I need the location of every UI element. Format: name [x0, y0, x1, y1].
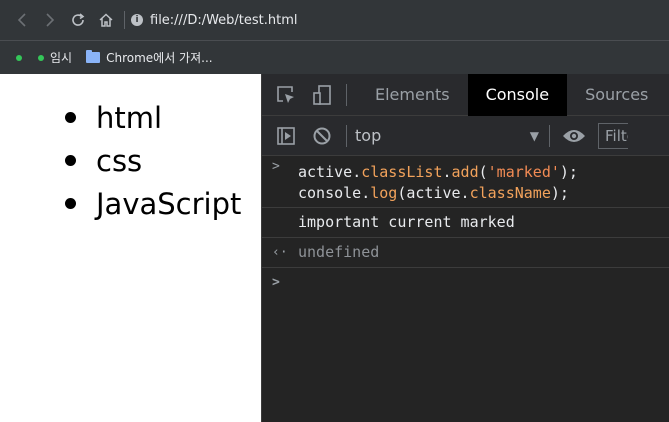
- tab-sources[interactable]: Sources: [567, 74, 666, 116]
- code-line: active.classList.add('marked');: [298, 163, 578, 181]
- inspect-cursor-icon: [277, 85, 294, 103]
- list-item-text: css: [96, 143, 143, 178]
- home-icon: [99, 13, 113, 27]
- prompt-chevron-icon: >: [272, 275, 280, 290]
- clear-block-icon: [313, 127, 331, 144]
- page-content: html css JavaScript: [0, 74, 261, 422]
- console-toolbar: top ▼ Filter: [262, 116, 669, 156]
- bullet-icon: [65, 198, 76, 209]
- dropdown-caret-icon: ▼: [529, 128, 539, 143]
- eye-icon: [563, 129, 585, 142]
- folder-icon: [86, 50, 101, 63]
- device-toolbar-button[interactable]: [304, 74, 340, 116]
- bookmarks-bar: 임시 Chrome에서 가져...: [0, 40, 669, 74]
- bookmark-dot-icon: [38, 54, 44, 61]
- bookmark-label: 임시: [50, 51, 73, 65]
- context-selector[interactable]: top ▼: [349, 122, 547, 150]
- url-text: file:///D:/Web/test.html: [150, 12, 298, 28]
- log-text: important current marked: [298, 213, 515, 231]
- tab-bar-divider: [346, 83, 347, 106]
- tab-elements[interactable]: Elements: [357, 74, 468, 116]
- reload-icon: [72, 13, 85, 26]
- toolbar-divider: [549, 124, 550, 147]
- back-button[interactable]: [8, 6, 36, 34]
- address-bar[interactable]: i file:///D:/Web/test.html: [131, 13, 298, 28]
- sidebar-toggle-button[interactable]: [268, 115, 304, 157]
- devtools-panel: Elements Console Sources top ▼ Filter > …: [261, 73, 669, 422]
- bookmark-label: Chrome에서 가져...: [106, 51, 213, 65]
- bullet-icon: [65, 112, 76, 123]
- console-log-entry: important current marked: [262, 208, 669, 238]
- list-item: JavaScript: [65, 182, 241, 225]
- console-output: > active.classList.add('marked'); consol…: [262, 156, 669, 298]
- list-item: css: [65, 139, 241, 182]
- list-item-text: html: [96, 100, 163, 135]
- back-arrow-icon: [17, 13, 26, 27]
- info-icon[interactable]: i: [131, 14, 143, 26]
- reload-button[interactable]: [64, 6, 92, 34]
- tab-console[interactable]: Console: [467, 73, 568, 116]
- devtools-tab-bar: Elements Console Sources: [262, 73, 669, 116]
- forward-arrow-icon: [46, 13, 55, 27]
- sidebar-play-icon: [277, 126, 295, 145]
- extension-dot-icon[interactable]: [16, 54, 22, 61]
- input-chevron-icon: >: [272, 159, 280, 174]
- context-value: top: [355, 126, 382, 145]
- bookmark-temp[interactable]: 임시: [38, 49, 72, 66]
- bookmark-folder-chrome[interactable]: Chrome에서 가져...: [86, 49, 213, 66]
- console-result-entry: ‹· undefined: [262, 238, 669, 268]
- toolbar-divider: [346, 124, 347, 147]
- bullet-icon: [65, 155, 76, 166]
- browser-toolbar: i file:///D:/Web/test.html: [0, 0, 669, 40]
- forward-button[interactable]: [36, 6, 64, 34]
- toolbar-separator: [124, 11, 125, 29]
- console-input-entry: > active.classList.add('marked'); consol…: [262, 156, 669, 208]
- filter-input[interactable]: Filter: [598, 122, 628, 149]
- clear-console-button[interactable]: [304, 115, 340, 157]
- result-arrow-icon: ‹·: [272, 245, 288, 260]
- device-icon: [313, 84, 331, 105]
- inspect-element-button[interactable]: [268, 74, 304, 116]
- result-text: undefined: [298, 243, 380, 261]
- bullet-list: html css JavaScript: [65, 96, 241, 225]
- list-item: html: [65, 96, 241, 139]
- live-expression-button[interactable]: [556, 115, 592, 157]
- home-button[interactable]: [92, 6, 120, 34]
- console-prompt[interactable]: >: [262, 268, 669, 298]
- list-item-text: JavaScript: [96, 186, 242, 221]
- code-line: console.log(active.className);: [298, 184, 569, 202]
